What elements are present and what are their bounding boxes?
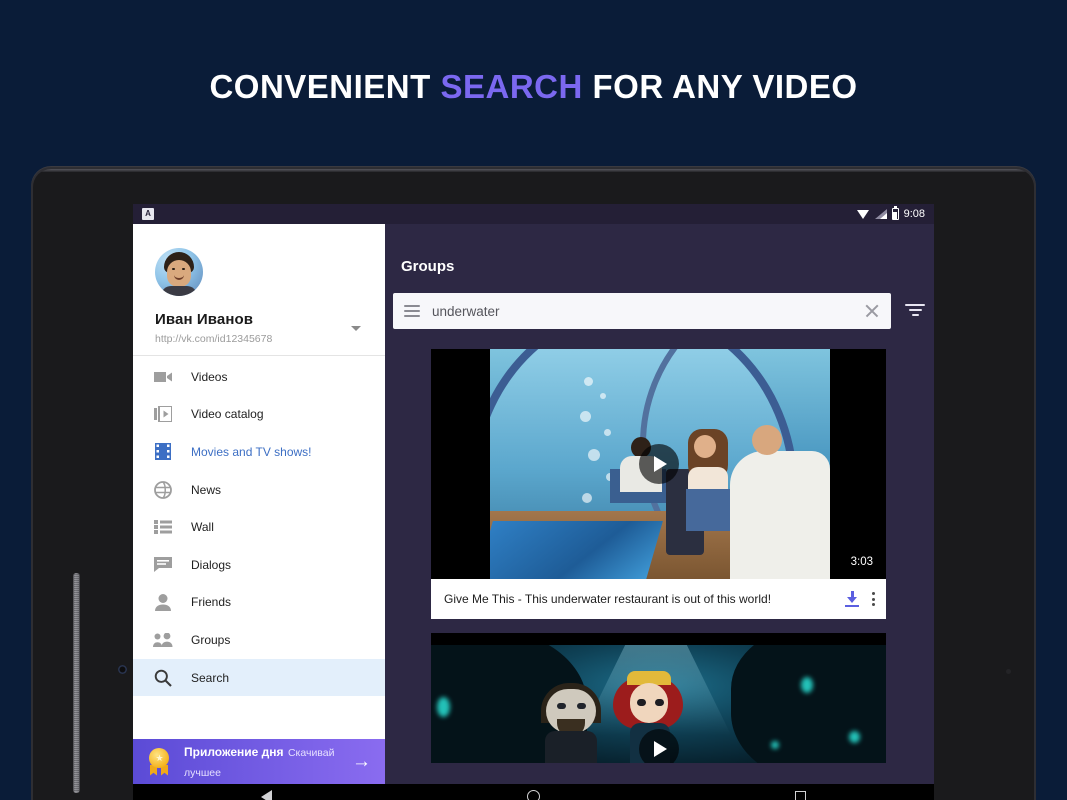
headline-accent: SEARCH [440, 68, 583, 105]
chevron-down-icon[interactable] [351, 326, 361, 331]
device-screen: A 9:08 Иван Иванов http://vk.com/id12345… [133, 204, 934, 800]
status-bar: A 9:08 [133, 204, 934, 224]
sidebar-item-groups[interactable]: Groups [133, 621, 385, 659]
filter-icon[interactable] [904, 300, 926, 320]
video-card-footer: Give Me This - This underwater restauran… [431, 579, 886, 619]
sidebar-item-label: Search [191, 670, 230, 685]
video-camera-icon [153, 368, 173, 386]
search-icon [153, 669, 173, 687]
person-icon [153, 593, 173, 611]
sidebar-item-wall[interactable]: Wall [133, 508, 385, 546]
battery-icon [891, 206, 899, 220]
wifi-icon [856, 209, 870, 219]
sidebar-item-label: News [191, 482, 222, 497]
profile-url: http://vk.com/id12345678 [155, 333, 273, 345]
search-bar[interactable]: underwater [393, 293, 891, 329]
hamburger-icon[interactable] [404, 305, 420, 317]
avatar[interactable] [155, 248, 203, 296]
video-thumbnail[interactable]: 3:03 [431, 349, 886, 579]
sidebar-item-friends[interactable]: Friends [133, 584, 385, 622]
headline-part-1: CONVENIENT [209, 68, 441, 105]
app-of-the-day-banner[interactable]: ★ Приложение дня Скачивай лучшее → [133, 739, 385, 784]
sidebar-item-video-catalog[interactable]: Video catalog [133, 396, 385, 434]
medal-icon: ★ [146, 747, 172, 776]
video-title: Give Me This - This underwater restauran… [444, 592, 772, 606]
people-group-icon [153, 631, 173, 649]
globe-icon [153, 480, 173, 499]
play-icon[interactable] [638, 729, 679, 763]
play-icon[interactable] [638, 444, 679, 484]
video-feed: 3:03 Give Me This - This underwater rest… [431, 349, 886, 777]
signal-icon [874, 209, 887, 219]
video-library-icon [153, 405, 173, 423]
film-strip-icon [153, 443, 173, 461]
video-duration: 3:03 [850, 556, 873, 568]
sidebar-item-search[interactable]: Search [133, 658, 385, 697]
content-panel: Groups underwater 3:03 Give Me This - Th… [385, 224, 934, 784]
sidebar-item-label: Videos [191, 369, 228, 384]
sidebar-item-movies-tv[interactable]: Movies and TV shows! [133, 433, 385, 471]
page-title: CONVENIENT SEARCH FOR ANY VIDEO [0, 68, 1067, 106]
back-button-icon[interactable] [260, 789, 272, 800]
android-navigation-bar [133, 784, 934, 800]
headline-part-2: FOR ANY VIDEO [582, 68, 858, 105]
navigation-drawer: Иван Иванов http://vk.com/id12345678 Vid… [133, 224, 385, 784]
status-bar-clock: 9:08 [903, 208, 925, 220]
sensor-dot-icon [1006, 669, 1011, 674]
arrow-right-icon[interactable]: → [352, 752, 371, 771]
banner-title: Приложение дня [184, 744, 284, 759]
speaker-grille-left [73, 573, 80, 793]
sidebar-item-label: Dialogs [191, 557, 232, 572]
recents-button-icon[interactable] [795, 791, 807, 800]
sidebar-item-label: Video catalog [191, 407, 264, 422]
tablet-device-frame: A 9:08 Иван Иванов http://vk.com/id12345… [33, 169, 1034, 800]
video-thumbnail[interactable] [431, 633, 886, 763]
sidebar-item-videos[interactable]: Videos [133, 358, 385, 396]
home-button-icon[interactable] [526, 790, 540, 800]
chat-bubble-icon [153, 556, 173, 574]
notification-icon: A [142, 208, 154, 220]
more-vertical-icon[interactable] [871, 592, 875, 606]
front-camera-icon [118, 665, 127, 674]
content-title: Groups [401, 258, 455, 275]
navigation-menu: Videos Video catalog Movies and TV shows… [133, 356, 385, 739]
close-icon[interactable] [864, 303, 880, 319]
sidebar-item-dialogs[interactable]: Dialogs [133, 546, 385, 584]
sidebar-item-label: Wall [191, 520, 214, 535]
sidebar-item-label: Groups [191, 632, 231, 647]
list-icon [153, 518, 173, 536]
app-root: Иван Иванов http://vk.com/id12345678 Vid… [133, 224, 934, 784]
video-card: 3:03 Give Me This - This underwater rest… [431, 349, 886, 619]
search-input[interactable]: underwater [432, 304, 864, 319]
sidebar-item-news[interactable]: News [133, 471, 385, 509]
sidebar-item-label: Friends [191, 595, 232, 610]
download-icon[interactable] [844, 591, 860, 607]
profile-header[interactable]: Иван Иванов http://vk.com/id12345678 [133, 224, 385, 346]
sidebar-item-label: Movies and TV shows! [191, 444, 312, 459]
video-card [431, 633, 886, 763]
